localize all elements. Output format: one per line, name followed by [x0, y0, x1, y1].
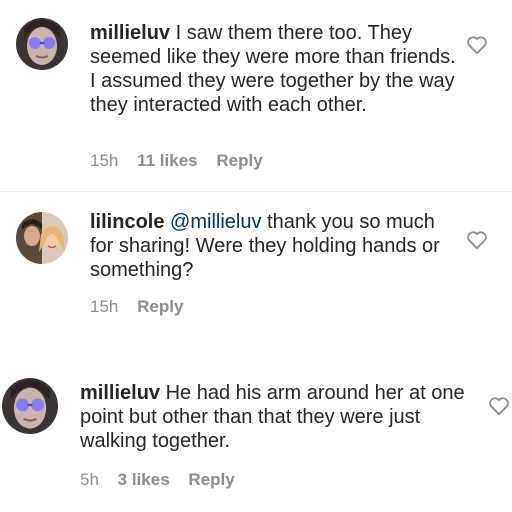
reply-button[interactable]: Reply [188, 470, 234, 489]
comment-item: lilincole @millieluv thank you so much f… [0, 192, 512, 342]
comments-thread: millieluv I saw them there too. They see… [0, 0, 512, 512]
comment-time: 15h [90, 151, 119, 170]
avatar[interactable] [2, 378, 58, 434]
comment-likes[interactable]: 11 likes [137, 151, 198, 170]
heart-outline-icon[interactable] [466, 35, 488, 55]
comment-time: 5h [80, 470, 99, 489]
user-avatar-purple-glasses-icon [16, 18, 68, 70]
user-avatar-purple-glasses-icon [2, 378, 58, 434]
comment-likes[interactable]: 3 likes [118, 470, 170, 489]
comment-body: millieluv I saw them there too. They see… [90, 21, 460, 117]
reply-button[interactable]: Reply [137, 297, 183, 316]
comment-item: millieluv I saw them there too. They see… [0, 0, 512, 190]
comment-time: 15h [90, 297, 119, 316]
comment-meta: 15h 11 likes Reply [90, 151, 277, 171]
comment-body: millieluv He had his arm around her at o… [80, 381, 475, 453]
comment-username[interactable]: millieluv [90, 22, 170, 44]
comment-meta: 5h 3 likes Reply [80, 470, 249, 490]
avatar[interactable] [16, 212, 68, 264]
reply-button[interactable]: Reply [216, 151, 262, 170]
user-avatar-two-people-icon [16, 212, 68, 264]
comment-body: lilincole @millieluv thank you so much f… [90, 210, 460, 282]
heart-outline-icon[interactable] [466, 230, 488, 250]
comment-username[interactable]: millieluv [80, 382, 160, 404]
comment-meta: 15h Reply [90, 297, 197, 317]
comment-item: millieluv He had his arm around her at o… [0, 360, 512, 510]
avatar[interactable] [16, 18, 68, 70]
comment-username[interactable]: lilincole [90, 211, 164, 233]
mention-link[interactable]: @millieluv [170, 211, 261, 233]
heart-outline-icon[interactable] [488, 396, 510, 416]
